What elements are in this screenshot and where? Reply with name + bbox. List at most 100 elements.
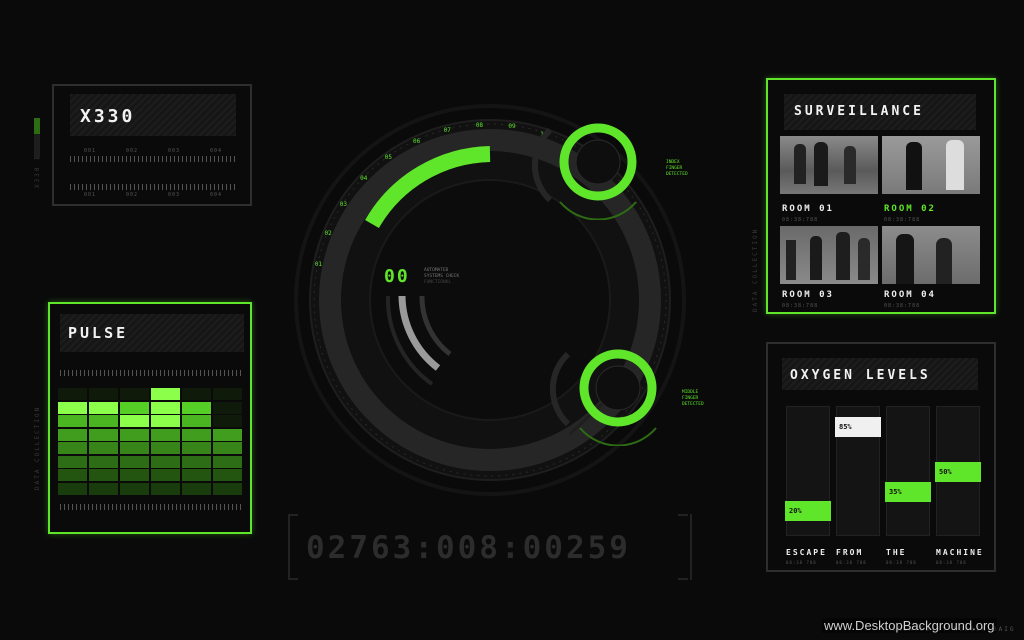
oxygen-column-sub: 08:38 788 — [936, 560, 967, 565]
room-02-label: ROOM 02 — [884, 204, 936, 214]
oxygen-level-bar[interactable]: 85% — [835, 416, 881, 437]
pulse-grid — [58, 388, 246, 498]
pulse-cell — [120, 401, 149, 414]
counter-frame-corner — [288, 578, 298, 580]
pulse-cell — [120, 455, 149, 468]
pulse-cell — [89, 482, 118, 495]
dial-number: 07 — [443, 127, 451, 135]
pulse-cell — [182, 469, 211, 481]
index-finger-line: DETECTED — [666, 172, 688, 177]
room-01-label: ROOM 01 — [782, 204, 834, 214]
oxygen-column: 85% — [835, 406, 881, 536]
middle-finger-line: DETECTED — [682, 402, 704, 407]
room-03-label: ROOM 03 — [782, 290, 834, 300]
x330-tick-label: 003 — [168, 192, 181, 198]
pulse-cell — [213, 482, 242, 495]
oxygen-column-sub: 08:38 788 — [886, 560, 917, 565]
room-01-feed[interactable] — [780, 136, 878, 194]
pulse-cell — [213, 469, 242, 481]
pulse-cell — [151, 455, 180, 468]
oxygen-level-bar[interactable]: 50% — [935, 462, 981, 482]
oxygen-column-sub: 08:38 788 — [836, 560, 867, 565]
middle-finger-sensor[interactable] — [548, 336, 678, 446]
pulse-cell — [151, 482, 180, 495]
pulse-cell — [213, 455, 242, 468]
oxygen-level-bar[interactable]: 35% — [885, 481, 931, 502]
dial-number: 04 — [360, 175, 368, 183]
pulse-cell — [89, 415, 118, 427]
core-status-text: AUTOMATED SYSTEMS CHECK FUNCTIONAL — [424, 268, 459, 286]
pulse-cell — [213, 401, 242, 414]
room-04-feed[interactable] — [882, 226, 980, 284]
counter-frame-corner — [678, 514, 688, 516]
room-04-time: 08:38:788 — [884, 303, 921, 309]
pulse-cell — [58, 455, 87, 468]
pulse-cell — [182, 455, 211, 468]
pulse-cell — [182, 401, 211, 414]
pulse-cell — [120, 428, 149, 441]
pulse-cell — [120, 442, 149, 454]
surveillance-title: SURVEILLANCE — [794, 104, 924, 119]
pulse-cell — [151, 428, 180, 441]
pulse-cell — [120, 482, 149, 495]
pulse-cell — [58, 442, 87, 454]
dial-number: 03 — [339, 200, 348, 208]
x330-tick-label: 001 — [84, 192, 97, 198]
pulse-cell — [151, 415, 180, 427]
pulse-cell — [151, 442, 180, 454]
room-03-feed[interactable] — [780, 226, 878, 284]
counter-frame-corner — [678, 578, 688, 580]
counter-frame-corner — [288, 514, 298, 516]
dial-number: 09 — [508, 123, 516, 131]
x330-tick-label: 002 — [126, 192, 139, 198]
watermark: www.DesktopBackground.org — [822, 618, 997, 633]
pulse-cell — [213, 415, 242, 427]
x330-panel: X330 001 002 003 004 001 002 003 004 — [52, 84, 252, 206]
dial-number: 06 — [412, 137, 421, 145]
pulse-cell — [120, 469, 149, 481]
pulse-cell — [89, 401, 118, 414]
pulse-cell — [120, 415, 149, 427]
oxygen-column-sub: 08:38 788 — [786, 560, 817, 565]
x330-tick-label: 003 — [168, 148, 181, 154]
index-finger-sensor[interactable] — [530, 110, 660, 220]
room-03-time: 08:38:788 — [782, 303, 819, 309]
x330-tick-label: 004 — [210, 192, 223, 198]
room-02-feed[interactable] — [882, 136, 980, 194]
pulse-cell — [89, 455, 118, 468]
pulse-cell — [89, 469, 118, 481]
pulse-cell — [182, 428, 211, 441]
pulse-cell — [120, 388, 149, 400]
oxygen-column: 35% — [885, 406, 931, 536]
oxygen-chart: 20% ESCAPE 08:38 788 85% FROM 08:38 788 35% THE… — [782, 406, 982, 572]
x330-ticks-bottom — [70, 184, 236, 190]
pulse-panel: PULSE — [48, 302, 252, 534]
pulse-cell — [58, 415, 87, 427]
dial-number: 08 — [475, 122, 484, 130]
pulse-cell — [213, 388, 242, 400]
pulse-cell — [58, 401, 87, 414]
core-status-code: 00 — [384, 266, 410, 287]
surveillance-side-label: DATA COLLECTION — [752, 227, 759, 312]
pulse-cell — [182, 442, 211, 454]
pulse-ticks-top — [60, 370, 244, 376]
pulse-cell — [182, 415, 211, 427]
oxygen-column-label: THE — [886, 548, 907, 557]
pulse-cell — [151, 401, 180, 414]
x330-title: X330 — [80, 106, 136, 127]
pulse-cell — [182, 482, 211, 495]
oxygen-panel: OXYGEN LEVELS 20% ESCAPE 08:38 788 85% FROM 0… — [766, 342, 996, 572]
room-02-time: 08:38:788 — [884, 217, 921, 223]
dial-number: 01 — [314, 260, 323, 268]
oxygen-column: 50% — [935, 406, 981, 536]
pulse-cell — [213, 442, 242, 454]
index-finger-label: INDEX FINGER DETECTED — [666, 160, 688, 178]
oxygen-column: 20% — [785, 406, 831, 536]
oxygen-column-label: FROM — [836, 548, 864, 557]
middle-finger-label: MIDDLE FINGER DETECTED — [682, 390, 704, 408]
surveillance-panel: SURVEILLANCE ROOM 01 08:38:788 ROOM 02 0… — [766, 78, 996, 314]
pulse-cell — [89, 428, 118, 441]
core-status-line: FUNCTIONAL — [424, 280, 452, 285]
pulse-cell — [58, 482, 87, 495]
oxygen-level-bar[interactable]: 20% — [785, 501, 831, 521]
